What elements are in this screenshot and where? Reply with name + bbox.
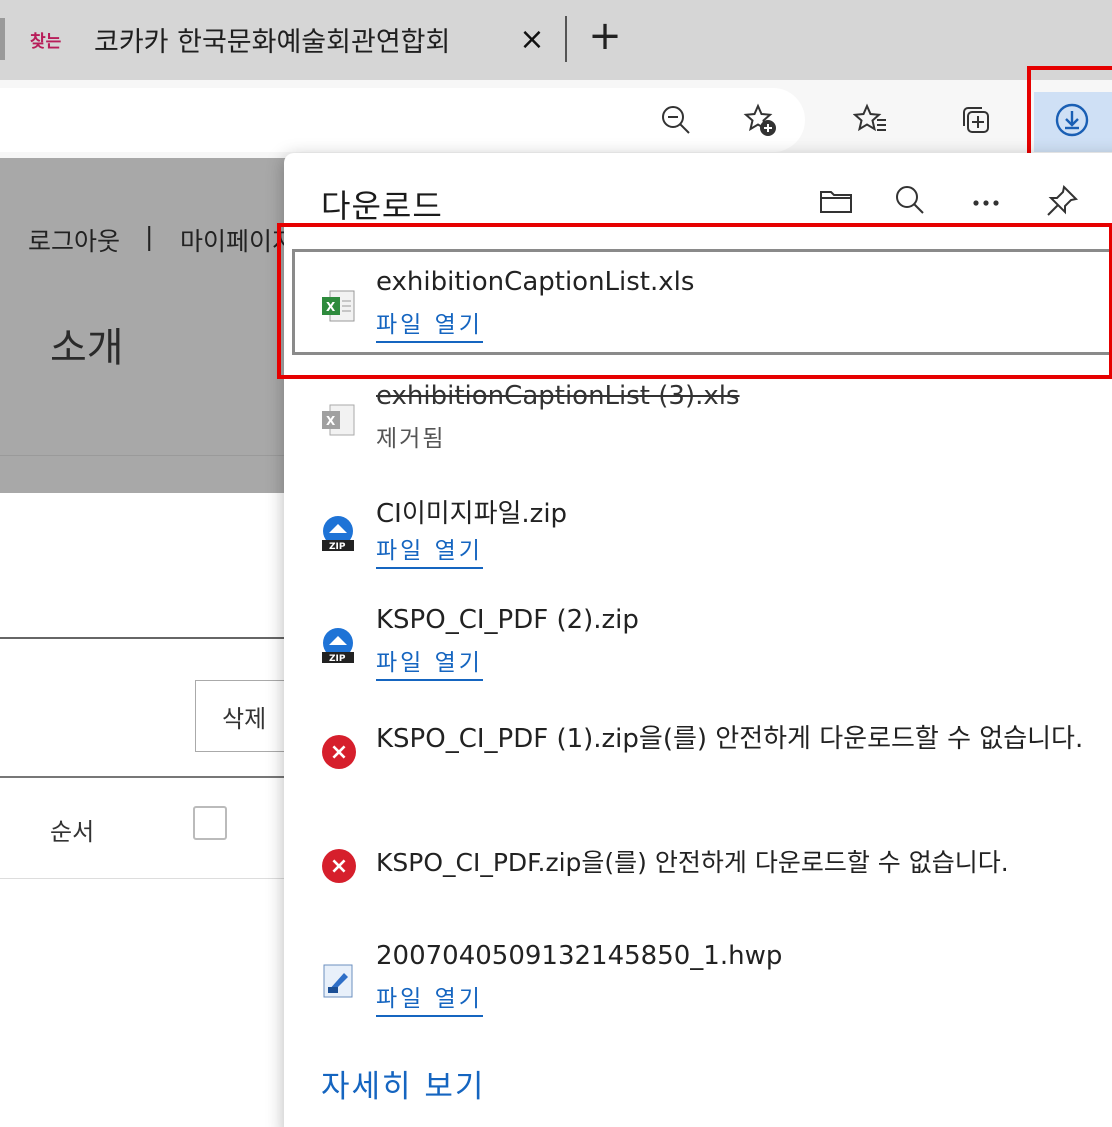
download-status: 제거됨: [376, 426, 446, 452]
tab-close-icon[interactable]: ×: [517, 22, 547, 57]
new-tab-button[interactable]: +: [585, 14, 625, 62]
pin-panel-button[interactable]: [1040, 179, 1084, 223]
zip-file-icon: ZIP: [322, 516, 354, 552]
band-divider: [0, 455, 300, 456]
download-filename: 2007040509132145850_1.hwp: [376, 941, 783, 971]
download-filename: CI이미지파일.zip: [376, 499, 568, 529]
download-error-message: KSPO_CI_PDF.zip을(를) 안전하게 다운로드할 수 없습니다.: [376, 848, 1009, 877]
open-downloads-folder-button[interactable]: [814, 179, 858, 223]
logout-link[interactable]: 로그아웃: [28, 222, 120, 258]
downloads-title: 다운로드: [321, 187, 443, 225]
page-title: 소개: [50, 325, 124, 371]
downloads-panel: 다운로드 X exhibitionCaptionList.xls 파일 열기 X…: [277, 153, 1112, 1127]
favorites-icon: [853, 103, 886, 132]
svg-text:ZIP: ZIP: [329, 542, 346, 552]
tab-title: 코카카 한국문화예술회관연합회: [94, 26, 451, 58]
excel-file-icon: X: [322, 404, 355, 436]
zoom-out-button[interactable]: [650, 94, 702, 146]
pin-icon: [1047, 184, 1079, 216]
search-icon: [896, 186, 924, 214]
download-item-blocked[interactable]: × KSPO_CI_PDF.zip을(를) 안전하게 다운로드할 수 없습니다.: [284, 831, 1112, 911]
open-file-link[interactable]: 파일 열기: [376, 531, 483, 569]
add-favorite-icon: [743, 103, 776, 136]
column-header-order: 순서: [50, 818, 95, 846]
download-item[interactable]: ZIP CI이미지파일.zip 파일 열기: [284, 477, 1112, 581]
svg-text:ZIP: ZIP: [329, 654, 346, 664]
download-error-message: KSPO_CI_PDF (1).zip을(를) 안전하게 다운로드할 수 없습니…: [376, 724, 1084, 754]
error-icon: ×: [322, 849, 356, 883]
site-favicon-icon: 찾는: [30, 31, 62, 52]
download-filename: KSPO_CI_PDF (2).zip: [376, 605, 639, 635]
download-item-blocked[interactable]: × KSPO_CI_PDF (1).zip을(를) 안전하게 다운로드할 수 없…: [284, 705, 1112, 815]
select-all-checkbox[interactable]: [193, 806, 227, 840]
nav-separator: |: [145, 222, 154, 251]
download-item[interactable]: X exhibitionCaptionList (3).xls 제거됨: [284, 365, 1112, 469]
browser-toolbar: [0, 80, 1112, 158]
collections-button[interactable]: [950, 94, 1002, 146]
open-file-link[interactable]: 파일 열기: [376, 643, 483, 681]
tab-edge: [0, 18, 5, 60]
tab-strip: 찾는 코카카 한국문화예술회관연합회 × +: [0, 0, 1112, 80]
add-favorite-button[interactable]: [734, 94, 786, 146]
divider: [0, 776, 300, 778]
selected-item-annotation: [277, 223, 1112, 379]
more-icon: [973, 200, 999, 206]
downloads-button-annotation: [1027, 66, 1112, 158]
divider: [0, 637, 300, 639]
download-filename: exhibitionCaptionList (3).xls: [376, 381, 740, 411]
mypage-link[interactable]: 마이페이지: [180, 222, 290, 258]
see-more-link[interactable]: 자세히 보기: [321, 1061, 485, 1106]
download-item[interactable]: 2007040509132145850_1.hwp 파일 열기: [284, 925, 1112, 1029]
divider: [0, 878, 300, 879]
download-item[interactable]: ZIP KSPO_CI_PDF (2).zip 파일 열기: [284, 589, 1112, 693]
more-options-button[interactable]: [964, 179, 1008, 223]
favorites-button[interactable]: [845, 94, 897, 146]
open-file-link[interactable]: 파일 열기: [376, 979, 483, 1017]
collections-icon: [963, 107, 989, 133]
error-icon: ×: [322, 735, 356, 769]
hwp-file-icon: [323, 964, 353, 998]
tab-divider: [565, 16, 567, 62]
zoom-out-icon: [662, 106, 690, 134]
folder-icon: [820, 191, 852, 213]
zip-file-icon: ZIP: [322, 628, 354, 664]
search-downloads-button[interactable]: [888, 179, 932, 223]
page-header-band: [0, 158, 300, 493]
svg-text:X: X: [326, 414, 336, 428]
browser-tab[interactable]: 찾는 코카카 한국문화예술회관연합회 ×: [12, 8, 552, 70]
